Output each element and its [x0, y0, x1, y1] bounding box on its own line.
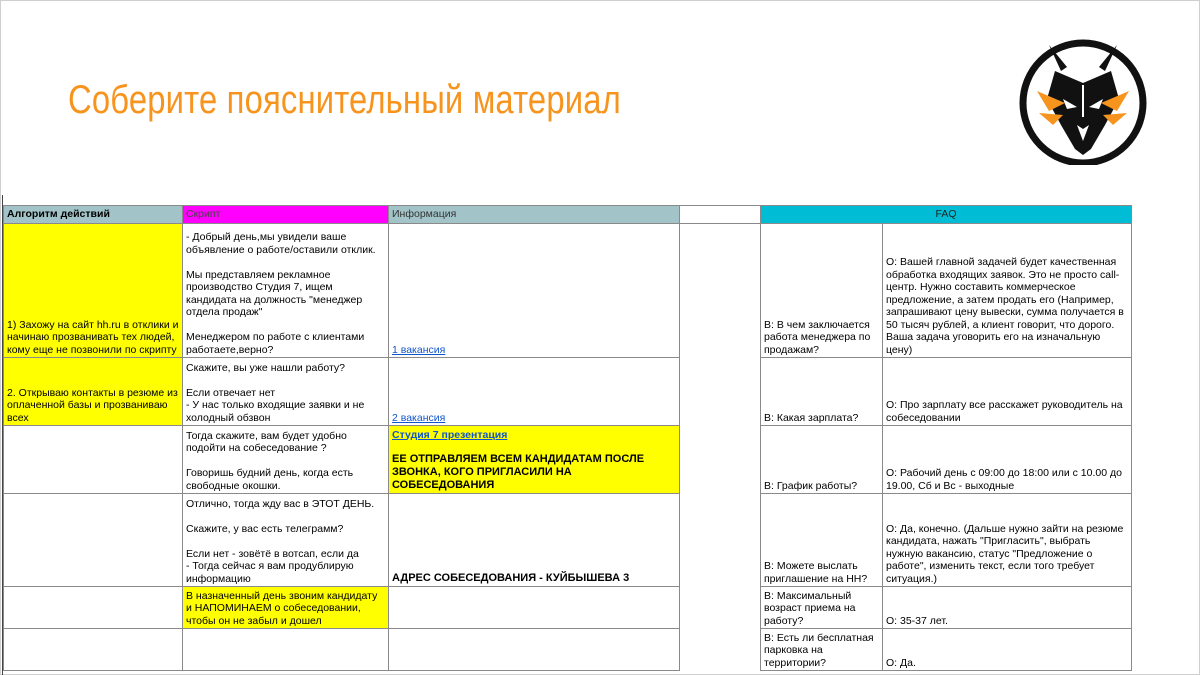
blank-cell[interactable]	[679, 586, 761, 629]
faq-question-cell[interactable]: В: Можете выслать приглашение на НН?	[760, 493, 883, 587]
table-row: В назначенный день звоним кандидату и НА…	[3, 586, 1133, 629]
algorithm-cell[interactable]	[3, 586, 183, 629]
script-cell[interactable]: Отлично, тогда жду вас в ЭТОТ ДЕНЬ. Скаж…	[182, 493, 389, 587]
algorithm-cell[interactable]: 1) Захожу на сайт hh.ru в отклики и начи…	[3, 223, 183, 358]
info-cell[interactable]: АДРЕС СОБЕСЕДОВАНИЯ - КУЙБЫШЕВА 3	[388, 493, 680, 587]
spreadsheet: Алгоритм действий Скрипт Информация FAQ …	[3, 205, 1137, 675]
info-cell[interactable]	[388, 586, 680, 629]
script-table: Алгоритм действий Скрипт Информация FAQ …	[3, 205, 1133, 671]
blank-cell[interactable]	[679, 493, 761, 587]
faq-answer-cell[interactable]: О: Да.	[881, 628, 1133, 671]
faq-question-cell[interactable]: В: График работы?	[760, 425, 883, 494]
dragon-logo-icon	[1019, 39, 1147, 165]
script-cell[interactable]: Скажите, вы уже нашли работу? Если отвеч…	[182, 357, 389, 426]
header-faq[interactable]: FAQ	[759, 205, 1133, 224]
header-script[interactable]: Скрипт	[182, 205, 389, 224]
faq-question-cell[interactable]: В: Есть ли бесплатная парковка на террит…	[760, 628, 883, 671]
table-row: В: Есть ли бесплатная парковка на террит…	[3, 628, 1133, 671]
blank-cell[interactable]	[679, 628, 761, 671]
faq-question-cell[interactable]: В: Максимальный возраст приема на работу…	[760, 586, 883, 629]
info-cell[interactable]	[388, 628, 680, 671]
header-algorithm[interactable]: Алгоритм действий	[3, 205, 183, 224]
presentation-link[interactable]: Студия 7 презентация	[392, 429, 676, 442]
faq-answer-cell[interactable]: О: 35-37 лет.	[881, 586, 1133, 629]
faq-answer-cell[interactable]: О: Да, конечно. (Дальше нужно зайти на р…	[881, 493, 1133, 587]
vacancy-link[interactable]: 2 вакансия	[392, 412, 445, 424]
blank-cell[interactable]	[679, 357, 761, 426]
script-cell[interactable]: - Добрый день,мы увидели ваше объявление…	[182, 223, 389, 358]
faq-answer-cell[interactable]: О: Про зарплату все расскажет руководите…	[881, 357, 1133, 426]
algorithm-cell[interactable]	[3, 425, 183, 494]
table-row: 2. Открываю контакты в резюме из оплачен…	[3, 357, 1133, 426]
algorithm-cell[interactable]: 2. Открываю контакты в резюме из оплачен…	[3, 357, 183, 426]
script-cell[interactable]	[182, 628, 389, 671]
page-title: Соберите пояснительный материал	[68, 78, 621, 122]
header-info[interactable]: Информация	[388, 205, 680, 224]
info-cell[interactable]: 2 вакансия	[388, 357, 680, 426]
presentation-note: ЕЕ ОТПРАВЛЯЕМ ВСЕМ КАНДИДАТАМ ПОСЛЕ ЗВОН…	[392, 453, 645, 491]
faq-question-cell[interactable]: В: Какая зарплата?	[760, 357, 883, 426]
faq-answer-cell[interactable]: О: Вашей главной задачей будет качествен…	[881, 223, 1133, 358]
faq-question-cell[interactable]: В: В чем заключается работа менеджера по…	[760, 223, 883, 358]
info-cell[interactable]: 1 вакансия	[388, 223, 680, 358]
faq-answer-cell[interactable]: О: Рабочий день с 09:00 до 18:00 или с 1…	[881, 425, 1133, 494]
algorithm-cell[interactable]	[3, 628, 183, 671]
table-row: 1) Захожу на сайт hh.ru в отклики и начи…	[3, 223, 1133, 358]
header-blank[interactable]	[679, 205, 761, 224]
header-row: Алгоритм действий Скрипт Информация FAQ	[3, 205, 1133, 224]
blank-cell[interactable]	[679, 223, 761, 358]
script-cell[interactable]: Тогда скажите, вам будет удобно подойти …	[182, 425, 389, 494]
algorithm-cell[interactable]	[3, 493, 183, 587]
info-cell[interactable]: Студия 7 презентация ЕЕ ОТПРАВЛЯЕМ ВСЕМ …	[388, 425, 680, 494]
script-cell[interactable]: В назначенный день звоним кандидату и НА…	[182, 586, 389, 629]
table-row: Отлично, тогда жду вас в ЭТОТ ДЕНЬ. Скаж…	[3, 493, 1133, 587]
table-row: Тогда скажите, вам будет удобно подойти …	[3, 425, 1133, 494]
vacancy-link[interactable]: 1 вакансия	[392, 344, 445, 356]
blank-cell[interactable]	[679, 425, 761, 494]
